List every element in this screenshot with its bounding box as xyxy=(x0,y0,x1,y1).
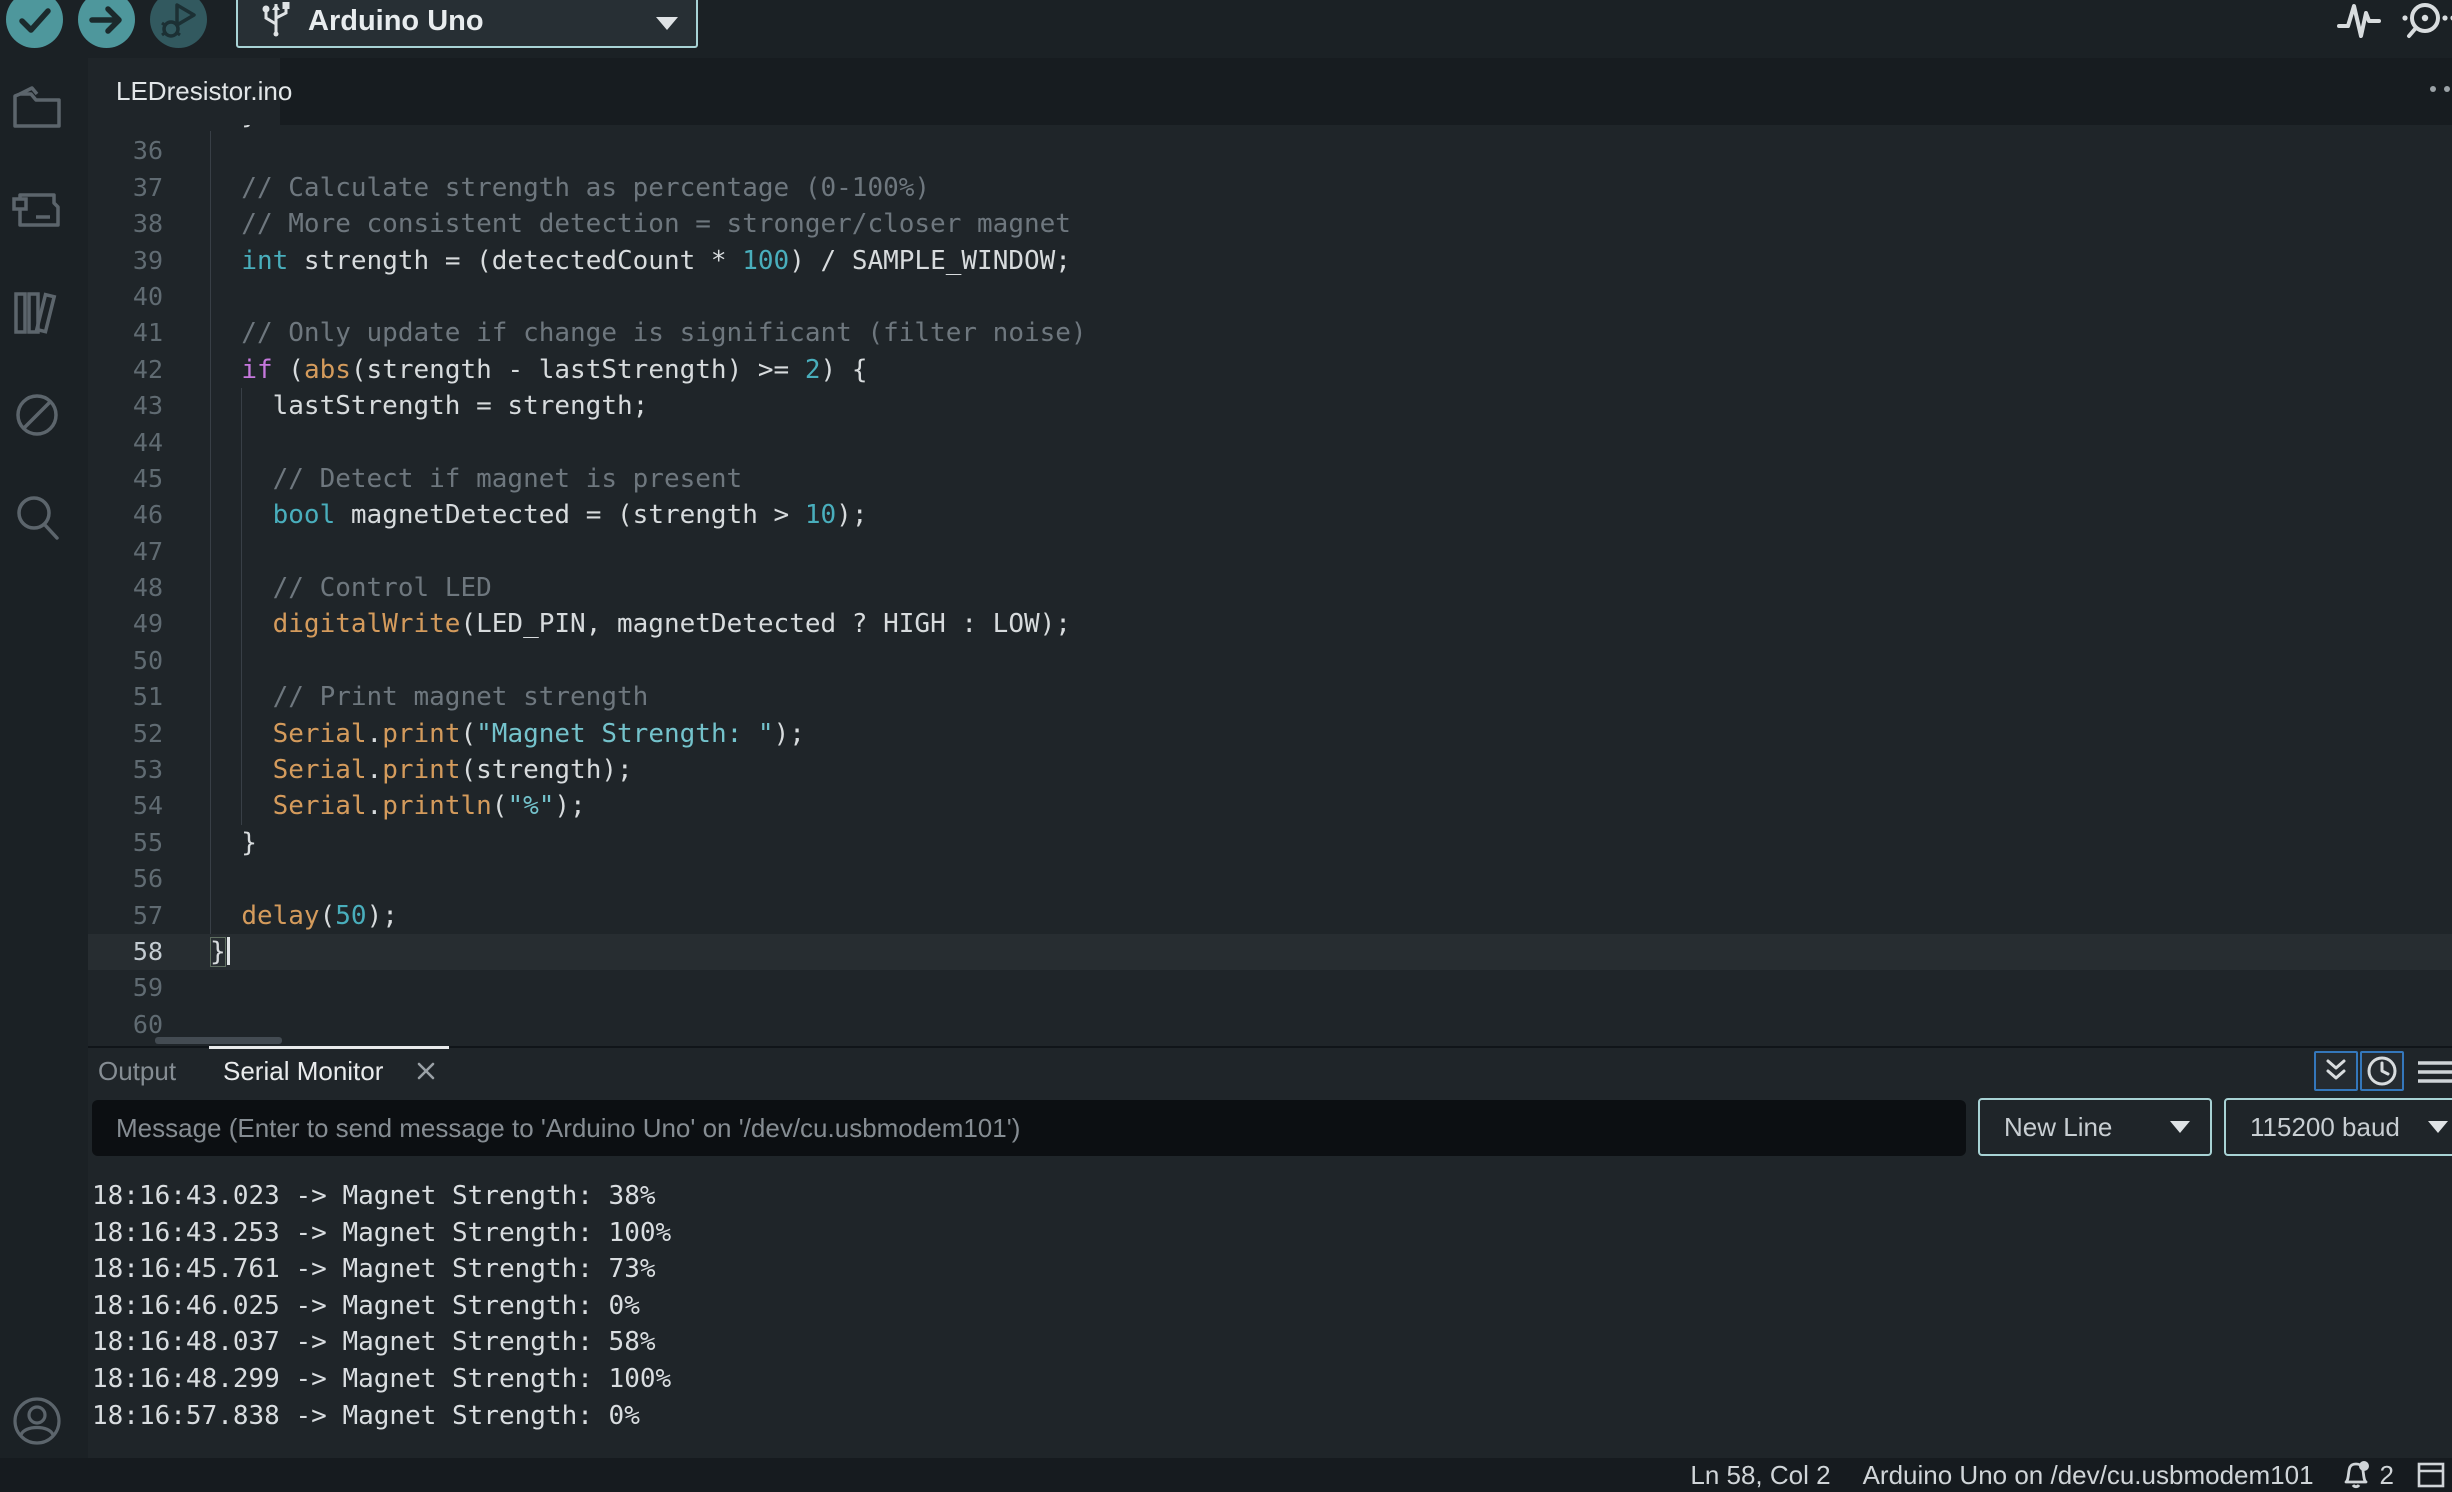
tab-serial-monitor[interactable]: Serial Monitor xyxy=(223,1046,383,1096)
checkmark-icon xyxy=(6,0,63,48)
double-chevron-down-icon xyxy=(2316,1053,2356,1089)
bug-play-icon xyxy=(150,0,207,48)
code-line: 58} xyxy=(88,934,2452,970)
code-line: 35 } xyxy=(88,125,2452,133)
circle-slash-icon xyxy=(10,388,64,442)
code-line: 50 xyxy=(88,643,2452,679)
books-icon xyxy=(10,286,64,340)
board-port-status[interactable]: Arduino Uno on /dev/cu.usbmodem101 xyxy=(1863,1460,2314,1491)
code-line: 56 xyxy=(88,861,2452,897)
code-line: 38 // More consistent detection = strong… xyxy=(88,206,2452,242)
code-line: 51 // Print magnet strength xyxy=(88,679,2452,715)
code-line: 37 // Calculate strength as percentage (… xyxy=(88,170,2452,206)
toolbar: Arduino Uno xyxy=(0,0,2452,58)
serial-line: 18:16:48.299 -> Magnet Strength: 100% xyxy=(92,1361,671,1398)
baud-rate-select[interactable]: 115200 baud xyxy=(2224,1098,2452,1156)
serial-line: 18:16:57.838 -> Magnet Strength: 0% xyxy=(92,1398,671,1435)
cursor-position[interactable]: Ln 58, Col 2 xyxy=(1690,1460,1830,1491)
timestamp-toggle[interactable] xyxy=(2360,1051,2404,1091)
sidebar-item-boards-manager[interactable] xyxy=(10,183,64,237)
sidebar-item-account[interactable] xyxy=(10,1394,64,1448)
serial-plotter-icon[interactable] xyxy=(2336,2,2382,44)
code-line: 52 Serial.print("Magnet Strength: "); xyxy=(88,716,2452,752)
code-line: 43 lastStrength = strength; xyxy=(88,388,2452,424)
circuit-board-icon xyxy=(10,183,64,237)
code-line: 36 xyxy=(88,133,2452,169)
serial-line: 18:16:46.025 -> Magnet Strength: 0% xyxy=(92,1288,671,1325)
code-line: 41 // Only update if change is significa… xyxy=(88,315,2452,351)
debug-button[interactable] xyxy=(150,0,207,48)
code-line: 55 } xyxy=(88,825,2452,861)
board-selector-label: Arduino Uno xyxy=(308,5,484,38)
code-line: 44 xyxy=(88,425,2452,461)
code-line: 46 bool magnetDetected = (strength > 10)… xyxy=(88,497,2452,533)
code-line: 57 delay(50); xyxy=(88,898,2452,934)
activity-sidebar xyxy=(0,58,88,1458)
account-icon xyxy=(10,1394,64,1448)
clock-icon xyxy=(2362,1053,2402,1089)
sidebar-item-sketchbook[interactable] xyxy=(10,80,64,134)
chevron-down-icon xyxy=(2170,1121,2190,1133)
tab-overflow-menu-icon[interactable] xyxy=(2430,86,2450,92)
serial-line: 18:16:45.761 -> Magnet Strength: 73% xyxy=(92,1251,671,1288)
line-ending-select[interactable]: New Line xyxy=(1978,1098,2212,1156)
code-lines: 35 }3637 // Calculate strength as percen… xyxy=(88,125,2452,1043)
arduino-ide-window: Arduino Uno LEDresistor.ino xyxy=(0,0,2452,1492)
verify-button[interactable] xyxy=(6,0,63,48)
code-line: 40 xyxy=(88,279,2452,315)
chevron-down-icon xyxy=(656,17,678,30)
chevron-down-icon xyxy=(2428,1121,2448,1133)
serial-message-input[interactable] xyxy=(92,1100,1966,1156)
serial-line: 18:16:43.253 -> Magnet Strength: 100% xyxy=(92,1215,671,1252)
code-line: 42 if (abs(strength - lastStrength) >= 2… xyxy=(88,352,2452,388)
code-line: 60 xyxy=(88,1007,2452,1043)
board-selector[interactable]: Arduino Uno xyxy=(236,0,698,48)
upload-button[interactable] xyxy=(78,0,135,48)
serial-line: 18:16:48.037 -> Magnet Strength: 58% xyxy=(92,1324,671,1361)
editor-horizontal-scrollbar[interactable] xyxy=(155,1037,282,1044)
autoscroll-toggle[interactable] xyxy=(2314,1051,2358,1091)
folder-icon xyxy=(10,80,64,134)
file-tab-label: LEDresistor.ino xyxy=(116,76,292,107)
code-line: 45 // Detect if magnet is present xyxy=(88,461,2452,497)
close-icon[interactable] xyxy=(411,1056,441,1086)
sidebar-item-search[interactable] xyxy=(10,491,64,545)
editor-tab-bar: LEDresistor.ino xyxy=(88,58,2452,125)
code-line: 59 xyxy=(88,970,2452,1006)
code-line: 54 Serial.println("%"); xyxy=(88,788,2452,824)
serial-output: 18:16:43.023 -> Magnet Strength: 38%18:1… xyxy=(92,1178,671,1434)
bell-icon xyxy=(2338,1458,2374,1492)
sidebar-item-library-manager[interactable] xyxy=(10,286,64,340)
code-line: 39 int strength = (detectedCount * 100) … xyxy=(88,243,2452,279)
code-line: 53 Serial.print(strength); xyxy=(88,752,2452,788)
usb-icon xyxy=(258,0,294,38)
serial-line: 18:16:43.023 -> Magnet Strength: 38% xyxy=(92,1178,671,1215)
tab-output[interactable]: Output xyxy=(98,1046,176,1096)
toggle-panel-icon[interactable] xyxy=(2416,1461,2446,1489)
serial-monitor-icon[interactable] xyxy=(2398,0,2452,46)
clear-output-icon[interactable] xyxy=(2414,1058,2452,1088)
status-bar: Ln 58, Col 2 Arduino Uno on /dev/cu.usbm… xyxy=(0,1458,2452,1492)
arrow-right-icon xyxy=(78,0,135,48)
code-line: 47 xyxy=(88,534,2452,570)
code-line: 48 // Control LED xyxy=(88,570,2452,606)
notifications-button[interactable]: 2 xyxy=(2338,1458,2394,1492)
notification-count: 2 xyxy=(2380,1460,2394,1491)
bottom-panel: Output Serial Monitor xyxy=(88,1046,2452,1458)
search-icon xyxy=(10,491,64,545)
code-editor[interactable]: 35 }3637 // Calculate strength as percen… xyxy=(88,125,2452,1046)
sidebar-item-debug[interactable] xyxy=(10,388,64,442)
code-line: 49 digitalWrite(LED_PIN, magnetDetected … xyxy=(88,606,2452,642)
tab-ledresistor-ino[interactable]: LEDresistor.ino xyxy=(88,58,280,125)
